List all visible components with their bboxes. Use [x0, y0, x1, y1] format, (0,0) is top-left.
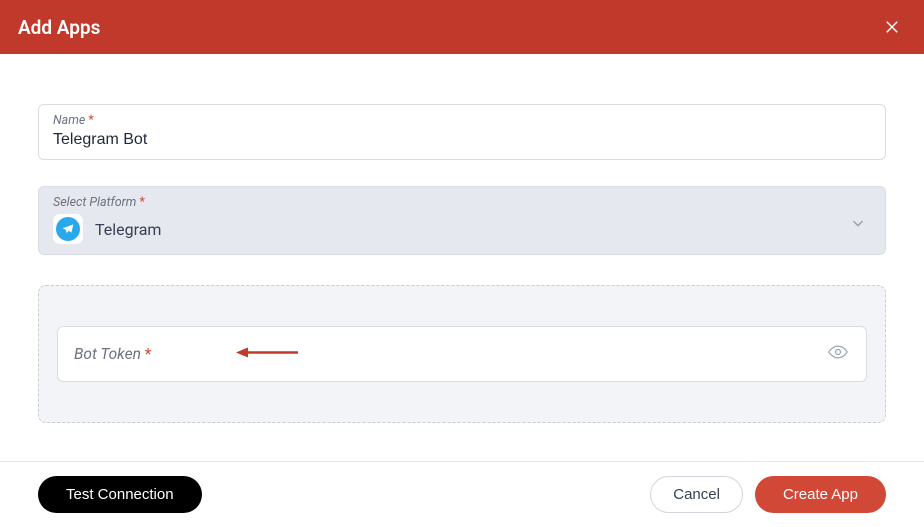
cancel-button[interactable]: Cancel: [650, 476, 743, 513]
platform-label: Select Platform *: [53, 195, 871, 210]
bot-token-label: Bot Token *: [74, 345, 151, 363]
credentials-section: Bot Token *: [38, 285, 886, 423]
eye-icon: [828, 342, 848, 362]
name-field-group[interactable]: Name *: [38, 104, 886, 160]
chevron-down-icon: [849, 214, 867, 236]
bot-token-field-group[interactable]: Bot Token *: [57, 326, 867, 382]
close-button[interactable]: [878, 13, 906, 41]
name-label: Name *: [53, 113, 871, 128]
close-icon: [883, 18, 901, 36]
test-connection-button[interactable]: Test Connection: [38, 476, 202, 513]
footer-right-actions: Cancel Create App: [650, 476, 886, 513]
platform-select[interactable]: Select Platform * Telegram: [38, 186, 886, 255]
dialog-content: Name * Select Platform * Telegram Bot To…: [0, 54, 924, 443]
platform-selected-row: Telegram: [53, 214, 871, 244]
platform-selected-value: Telegram: [95, 220, 161, 239]
create-app-button[interactable]: Create App: [755, 476, 886, 513]
telegram-icon: [53, 214, 83, 244]
name-input[interactable]: [53, 131, 871, 149]
arrow-annotation-icon: [236, 345, 298, 364]
dialog-footer: Test Connection Cancel Create App: [0, 461, 924, 527]
toggle-visibility-button[interactable]: [828, 342, 848, 366]
dialog-title: Add Apps: [18, 16, 100, 39]
dialog-header: Add Apps: [0, 0, 924, 54]
